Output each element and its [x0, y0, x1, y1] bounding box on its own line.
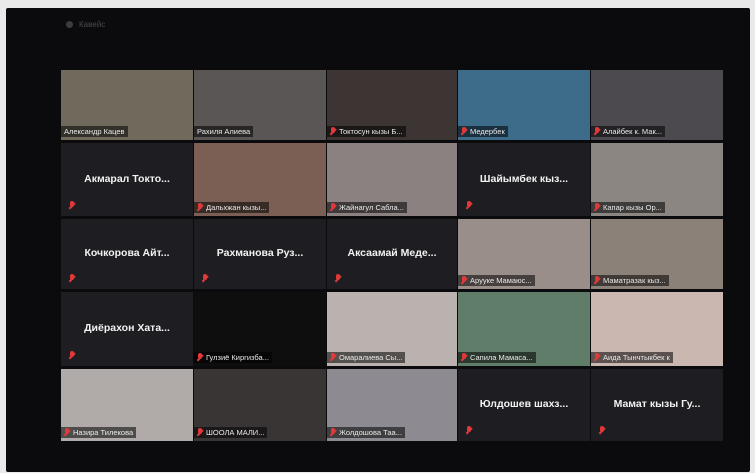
participant-name-label: Медербек	[458, 126, 508, 137]
participant-tile[interactable]: Алайбек к. Мак...	[591, 70, 723, 140]
participant-name: Маматразак кыз...	[603, 276, 666, 285]
participant-name-label: ШООЛА МАЛИ...	[194, 427, 268, 438]
participant-name: Жайнагул Сабла...	[339, 203, 404, 212]
participant-tile[interactable]: Рахманова Руз...	[194, 219, 326, 289]
participant-name-label: Токтосун кызы Б...	[327, 126, 406, 137]
mic-muted-icon	[461, 127, 467, 136]
window-title: Кавейс	[79, 19, 106, 29]
participant-name-label: Дальхжан кызы...	[194, 202, 270, 213]
mic-muted-icon	[466, 426, 472, 435]
participant-name-label: Александр Кацев	[61, 126, 128, 137]
mic-muted-icon	[594, 353, 600, 362]
participant-name: Гулзиё Киргизба...	[206, 353, 269, 362]
participant-tile[interactable]: Диёрахон Хата...	[61, 292, 193, 366]
mic-muted-icon	[330, 353, 336, 362]
participant-name: Аида Тынчтыкбек к	[603, 353, 670, 362]
participant-name-label: Алайбек к. Мак...	[591, 126, 665, 137]
participant-name: Юлдошев шахз...	[479, 397, 569, 410]
participant-tile[interactable]: Омаралиева Сы...	[327, 292, 457, 366]
participant-tile[interactable]: Аксаамай Меде...	[327, 219, 457, 289]
mic-muted-icon	[335, 274, 341, 283]
participant-name: Медербек	[470, 127, 505, 136]
mic-muted-icon	[64, 428, 70, 437]
participant-name-label: Жолдошова Таа...	[327, 427, 405, 438]
mic-muted-icon	[461, 276, 467, 285]
participant-tile[interactable]: Жайнагул Сабла...	[327, 143, 457, 216]
participant-name: Омаралиева Сы...	[339, 353, 403, 362]
participant-name-label: Рахиля Алиева	[194, 126, 254, 137]
participant-name: Арууке Мамаюс...	[470, 276, 532, 285]
participant-name-label: Омаралиева Сы...	[327, 352, 406, 363]
mic-muted-icon	[69, 201, 75, 210]
participant-tile[interactable]: Кочкорова Айт...	[61, 219, 193, 289]
participant-tile[interactable]: Медербек	[458, 70, 590, 140]
mic-muted-icon	[197, 428, 203, 437]
participant-tile[interactable]: ШООЛА МАЛИ...	[194, 369, 326, 441]
participant-tile[interactable]: Арууке Мамаюс...	[458, 219, 590, 289]
participant-name-label: Назира Тилекова	[61, 427, 137, 438]
participant-name-label: Сапила Мамаса...	[458, 352, 536, 363]
participant-name: ШООЛА МАЛИ...	[206, 428, 265, 437]
participant-tile[interactable]: Александр Кацев	[61, 70, 193, 140]
mic-muted-icon	[197, 353, 203, 362]
participant-name-label: Маматразак кыз...	[591, 275, 669, 286]
mic-muted-icon	[330, 127, 336, 136]
participant-tile[interactable]: Шайымбек кыз...	[458, 143, 590, 216]
participant-tile[interactable]: Сапила Мамаса...	[458, 292, 590, 366]
participant-tile[interactable]: Назира Тилекова	[61, 369, 193, 441]
mic-muted-icon	[330, 203, 336, 212]
window-dot-icon	[66, 20, 73, 28]
mic-muted-icon	[594, 203, 600, 212]
mic-muted-icon	[69, 274, 75, 283]
participant-tile[interactable]: Юлдошев шахз...	[458, 369, 590, 441]
participant-tile[interactable]: Маматразак кыз...	[591, 219, 723, 289]
mic-muted-icon	[594, 127, 600, 136]
mic-muted-icon	[461, 353, 467, 362]
participant-name: Жолдошова Таа...	[339, 428, 402, 437]
participant-name: Аксаамай Меде...	[347, 246, 437, 259]
participant-tile[interactable]: Рахиля Алиева	[194, 70, 326, 140]
mic-muted-icon	[69, 351, 75, 360]
participant-name-label: Арууке Мамаюс...	[458, 275, 535, 286]
mic-muted-icon	[202, 274, 208, 283]
participant-name: Токтосун кызы Б...	[339, 127, 403, 136]
mic-muted-icon	[599, 426, 605, 435]
video-conference-screen: Кавейс Александр Кацев Рахиля Алиева Токто…	[6, 8, 750, 472]
participant-tile[interactable]: Токтосун кызы Б...	[327, 70, 457, 140]
participant-tile[interactable]: Мамат кызы Гу...	[591, 369, 723, 441]
participant-name: Кочкорова Айт...	[84, 246, 170, 259]
window-topbar: Кавейс	[66, 16, 105, 32]
participant-tile[interactable]: Жолдошова Таа...	[327, 369, 457, 441]
participant-name-label: Гулзиё Киргизба...	[194, 352, 272, 363]
mic-muted-icon	[197, 203, 203, 212]
participant-name-label: Капар кызы Ор...	[591, 202, 665, 213]
participant-tile[interactable]: Капар кызы Ор...	[591, 143, 723, 216]
participant-tile[interactable]: Аида Тынчтыкбек к	[591, 292, 723, 366]
mic-muted-icon	[466, 201, 472, 210]
participant-name: Дальхжан кызы...	[206, 203, 267, 212]
participant-name-label: Аида Тынчтыкбек к	[591, 352, 673, 363]
participant-name: Алайбек к. Мак...	[603, 127, 662, 136]
participant-name: Сапила Мамаса...	[470, 353, 533, 362]
participant-name: Шайымбек кыз...	[479, 172, 569, 185]
participant-name: Рахиля Алиева	[197, 127, 251, 136]
participant-name: Акмарал Токто...	[84, 172, 170, 185]
participant-name: Капар кызы Ор...	[603, 203, 662, 212]
participant-name: Назира Тилекова	[73, 428, 134, 437]
participant-name: Рахманова Руз...	[216, 246, 304, 259]
participant-name-label: Жайнагул Сабла...	[327, 202, 407, 213]
mic-muted-icon	[330, 428, 336, 437]
participant-name: Александр Кацев	[64, 127, 125, 136]
mic-muted-icon	[594, 276, 600, 285]
participant-name: Мамат кызы Гу...	[613, 397, 701, 410]
participant-tile[interactable]: Гулзиё Киргизба...	[194, 292, 326, 366]
participant-name: Диёрахон Хата...	[84, 321, 170, 334]
participant-tile[interactable]: Акмарал Токто...	[61, 143, 193, 216]
participant-tile[interactable]: Дальхжан кызы...	[194, 143, 326, 216]
